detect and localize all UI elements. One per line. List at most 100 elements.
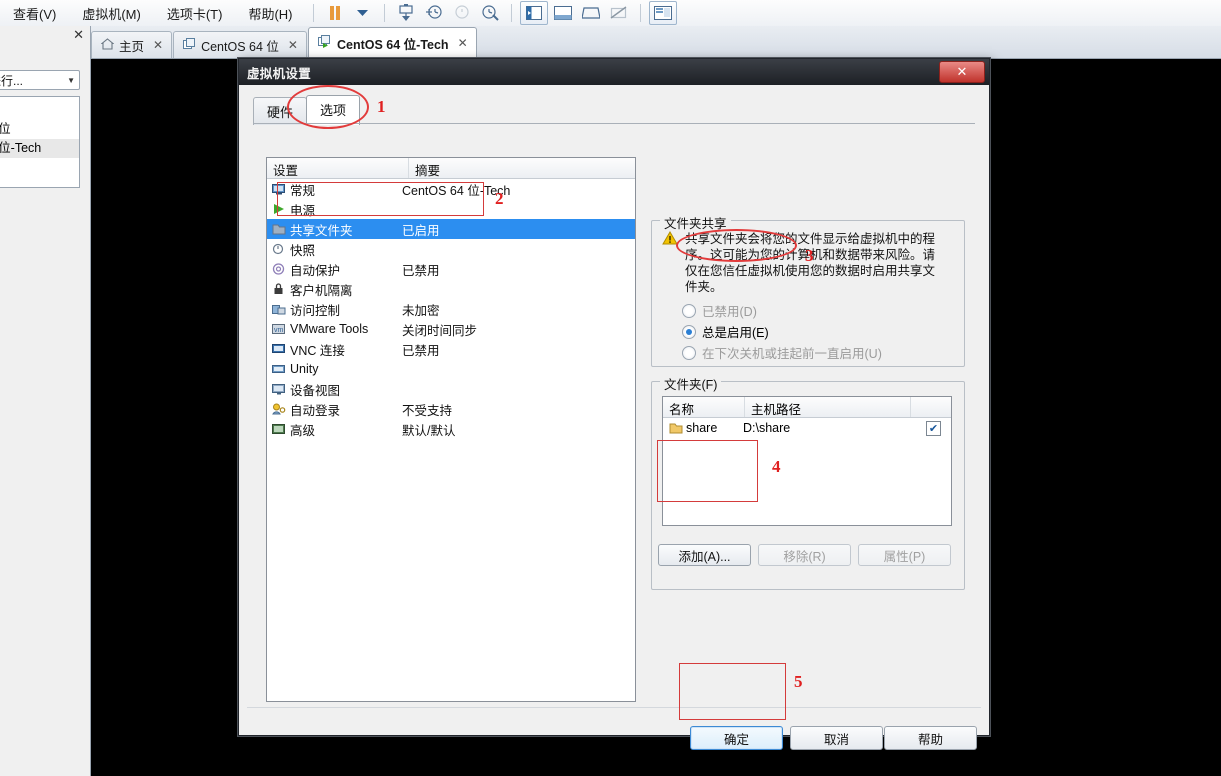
access-icon bbox=[272, 303, 286, 316]
toolbar-divider bbox=[510, 4, 512, 22]
settings-row-unity[interactable]: Unity bbox=[267, 359, 635, 379]
close-icon[interactable]: ✕ bbox=[73, 28, 84, 41]
snapshot-icon bbox=[272, 243, 286, 256]
settings-row-label: 自动保护 bbox=[290, 263, 341, 278]
show-thumbnail-bar-icon[interactable] bbox=[550, 2, 576, 24]
snapshot-take-icon[interactable] bbox=[393, 2, 419, 24]
unity-mode-icon bbox=[606, 2, 632, 24]
tab-centos64-tech[interactable]: CentOS 64 位-Tech ✕ bbox=[307, 27, 477, 58]
unity-icon bbox=[272, 363, 286, 376]
settings-row-label: 共享文件夹 bbox=[290, 223, 353, 238]
settings-list[interactable]: 设置 摘要 常规 CentOS 64 位-Tech 电源 共享文件夹 已启用 快… bbox=[266, 157, 636, 702]
radio-always-enabled[interactable]: 总是启用(E) bbox=[682, 322, 769, 341]
folder-enabled-checkbox[interactable]: ✔ bbox=[926, 420, 941, 436]
autologon-icon bbox=[272, 403, 286, 416]
vmtools-icon: vm bbox=[272, 323, 286, 336]
settings-row-shared-folders[interactable]: 共享文件夹 已启用 bbox=[267, 219, 635, 239]
annotation-ellipse-options-tab bbox=[287, 85, 369, 129]
library-filter-value: 内容进行... bbox=[0, 73, 24, 88]
column-header-path: 主机路径 bbox=[745, 397, 911, 417]
settings-row-label: 客户机隔离 bbox=[290, 283, 353, 298]
folders-table-header: 名称 主机路径 bbox=[663, 397, 951, 418]
table-row[interactable]: share D:\share ✔ bbox=[663, 418, 951, 438]
console-view-icon[interactable] bbox=[648, 1, 677, 25]
close-icon[interactable]: ✕ bbox=[153, 38, 163, 52]
group-title: 文件夹(F) bbox=[660, 374, 722, 393]
tab-strip: 主页 ✕ CentOS 64 位 ✕ CentOS 64 位-Tech ✕ bbox=[91, 26, 1221, 59]
column-header-name: 设置 bbox=[273, 164, 299, 178]
column-header-summary: 摘要 bbox=[408, 158, 635, 178]
annotation-number-5: 5 bbox=[794, 672, 803, 691]
cancel-button[interactable]: 取消 bbox=[790, 726, 883, 750]
toolbar-divider bbox=[312, 4, 314, 22]
settings-row-summary: 已禁用 bbox=[402, 343, 440, 358]
list-item[interactable]: 机 bbox=[0, 158, 79, 177]
settings-row-label: 访问控制 bbox=[290, 303, 341, 318]
settings-row-vnc[interactable]: VNC 连接 已禁用 bbox=[267, 339, 635, 359]
tab-centos64[interactable]: CentOS 64 位 ✕ bbox=[173, 31, 307, 58]
radio-until-shutdown[interactable]: 在下次关机或挂起前一直启用(U) bbox=[682, 343, 882, 362]
settings-row-snapshots[interactable]: 快照 bbox=[267, 239, 635, 259]
settings-row-access-control[interactable]: 访问控制 未加密 bbox=[267, 299, 635, 319]
add-folder-button[interactable]: 添加(A)... bbox=[658, 544, 751, 566]
settings-row-summary: 未加密 bbox=[402, 303, 440, 318]
ok-button[interactable]: 确定 bbox=[690, 726, 783, 750]
svg-text:vm: vm bbox=[274, 327, 284, 334]
close-icon[interactable]: ✕ bbox=[939, 61, 985, 83]
library-filter-combo[interactable]: 内容进行... ▼ bbox=[0, 70, 80, 90]
close-icon[interactable]: ✕ bbox=[288, 38, 298, 52]
chevron-down-icon[interactable] bbox=[350, 2, 376, 24]
snapshot-manager-icon[interactable] bbox=[477, 2, 503, 24]
settings-row-autologon[interactable]: 自动登录 不受支持 bbox=[267, 399, 635, 419]
home-icon bbox=[100, 37, 115, 53]
tab-home[interactable]: 主页 ✕ bbox=[91, 31, 173, 58]
settings-row-label: VNC 连接 bbox=[290, 343, 345, 358]
annotation-rect-ok-button bbox=[679, 663, 786, 720]
radio-icon bbox=[682, 345, 696, 360]
vm-icon bbox=[183, 37, 196, 53]
snapshot-revert-icon[interactable] bbox=[421, 2, 447, 24]
menu-item-help[interactable]: 帮助(H) bbox=[235, 2, 305, 25]
deviceview-icon bbox=[272, 383, 286, 396]
show-library-icon[interactable] bbox=[519, 1, 548, 25]
settings-row-label: Unity bbox=[290, 362, 319, 376]
settings-list-header: 设置 摘要 bbox=[267, 158, 635, 179]
settings-row-guest-isolation[interactable]: 客户机隔离 bbox=[267, 279, 635, 299]
vm-running-icon bbox=[317, 35, 332, 51]
fullscreen-icon[interactable] bbox=[578, 2, 604, 24]
menu-item-view[interactable]: 查看(V) bbox=[0, 2, 69, 25]
radio-icon-selected bbox=[682, 324, 696, 339]
close-icon[interactable]: ✕ bbox=[458, 36, 468, 50]
vnc-icon bbox=[272, 343, 286, 356]
list-item[interactable]: u bbox=[0, 101, 79, 120]
tab-underline bbox=[253, 123, 975, 124]
settings-row-label: VMware Tools bbox=[290, 322, 369, 336]
library-pane: ✕ 内容进行... ▼ u S 64 位 S 64 位-Tech 机 bbox=[0, 26, 91, 776]
settings-row-device-view[interactable]: 设备视图 bbox=[267, 379, 635, 399]
settings-row-label: 高级 bbox=[290, 423, 316, 438]
dialog-title-bar: 虚拟机设置 ✕ bbox=[239, 59, 989, 85]
settings-row-vmware-tools[interactable]: vm VMware Tools 关闭时间同步 bbox=[267, 319, 635, 339]
remove-folder-button: 移除(R) bbox=[758, 544, 851, 566]
radio-disabled[interactable]: 已禁用(D) bbox=[682, 301, 757, 320]
lock-icon bbox=[272, 282, 286, 296]
library-tree[interactable]: u S 64 位 S 64 位-Tech 机 bbox=[0, 96, 80, 188]
list-item[interactable]: S 64 位-Tech bbox=[0, 139, 79, 158]
menu-item-tabs[interactable]: 选项卡(T) bbox=[154, 2, 236, 25]
settings-row-summary: 不受支持 bbox=[402, 403, 453, 418]
settings-row-advanced[interactable]: 高级 默认/默认 bbox=[267, 419, 635, 439]
snapshot-disabled-icon bbox=[449, 2, 475, 24]
annotation-ellipse-always-enabled bbox=[676, 229, 797, 262]
settings-row-label: 快照 bbox=[290, 243, 316, 258]
suspend-icon[interactable] bbox=[322, 2, 348, 24]
menu-item-vm[interactable]: 虚拟机(M) bbox=[69, 2, 154, 25]
vm-settings-dialog: 虚拟机设置 ✕ 硬件 选项 设置 摘要 常规 CentOS 64 位-Tech … bbox=[238, 58, 990, 750]
help-button[interactable]: 帮助 bbox=[884, 726, 977, 750]
folder-icon bbox=[669, 422, 683, 435]
autoprotect-icon bbox=[272, 262, 286, 276]
settings-row-autoprotect[interactable]: 自动保护 已禁用 bbox=[267, 259, 635, 279]
list-item[interactable]: S 64 位 bbox=[0, 120, 79, 139]
settings-row-summary: 已启用 bbox=[402, 223, 440, 238]
settings-row-summary: 关闭时间同步 bbox=[402, 323, 478, 338]
annotation-number-3: 3 bbox=[805, 246, 814, 265]
